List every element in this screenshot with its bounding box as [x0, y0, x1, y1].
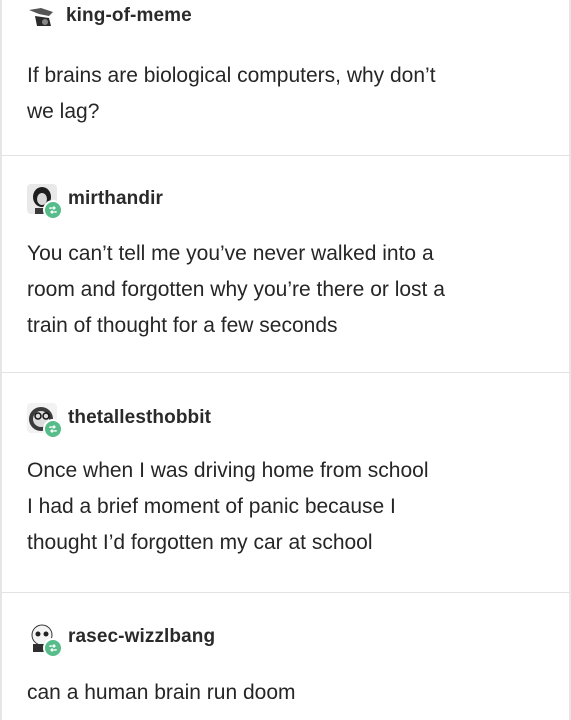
glasses-avatar-icon[interactable]	[27, 403, 63, 439]
post-text: Once when I was driving home from school…	[27, 453, 551, 561]
meme-avatar-icon[interactable]	[27, 4, 55, 28]
text-line: I had a brief moment of panic because I	[27, 495, 396, 518]
text-line: train of thought for a few seconds	[27, 314, 338, 337]
reblog-icon	[43, 200, 63, 220]
post-text: If brains are biological computers, why …	[27, 58, 551, 130]
text-line: thought I’d forgotten my car at school	[27, 531, 373, 554]
post-text: can a human brain run doom	[27, 675, 551, 711]
post-thetallesthobbit: thetallesthobbit Once when I was driving…	[0, 373, 571, 593]
username[interactable]: thetallesthobbit	[68, 407, 211, 429]
post-header: thetallesthobbit	[27, 403, 211, 439]
reblog-icon	[43, 638, 63, 658]
skull-avatar-icon[interactable]	[27, 622, 63, 658]
text-line: If brains are biological computers, why …	[27, 64, 436, 87]
portrait-avatar-icon[interactable]	[27, 184, 63, 220]
post-header: mirthandir	[27, 184, 163, 220]
post-mirthandir: mirthandir You can’t tell me you’ve neve…	[0, 156, 571, 373]
post-header: rasec-wizzlbang	[27, 622, 215, 658]
text-line: You can’t tell me you’ve never walked in…	[27, 242, 434, 265]
username[interactable]: mirthandir	[68, 188, 163, 210]
text-line: room and forgotten why you’re there or l…	[27, 278, 445, 301]
post-king-of-meme: king-of-meme If brains are biological co…	[0, 0, 571, 156]
post-text: You can’t tell me you’ve never walked in…	[27, 236, 551, 344]
username[interactable]: king-of-meme	[66, 5, 192, 27]
text-line: can a human brain run doom	[27, 681, 296, 704]
reblog-icon	[43, 419, 63, 439]
post-rasec-wizzlbang: rasec-wizzlbang can a human brain run do…	[0, 593, 571, 720]
post-header: king-of-meme	[27, 4, 192, 28]
text-line: we lag?	[27, 100, 100, 123]
username[interactable]: rasec-wizzlbang	[68, 626, 215, 648]
text-line: Once when I was driving home from school	[27, 459, 429, 482]
